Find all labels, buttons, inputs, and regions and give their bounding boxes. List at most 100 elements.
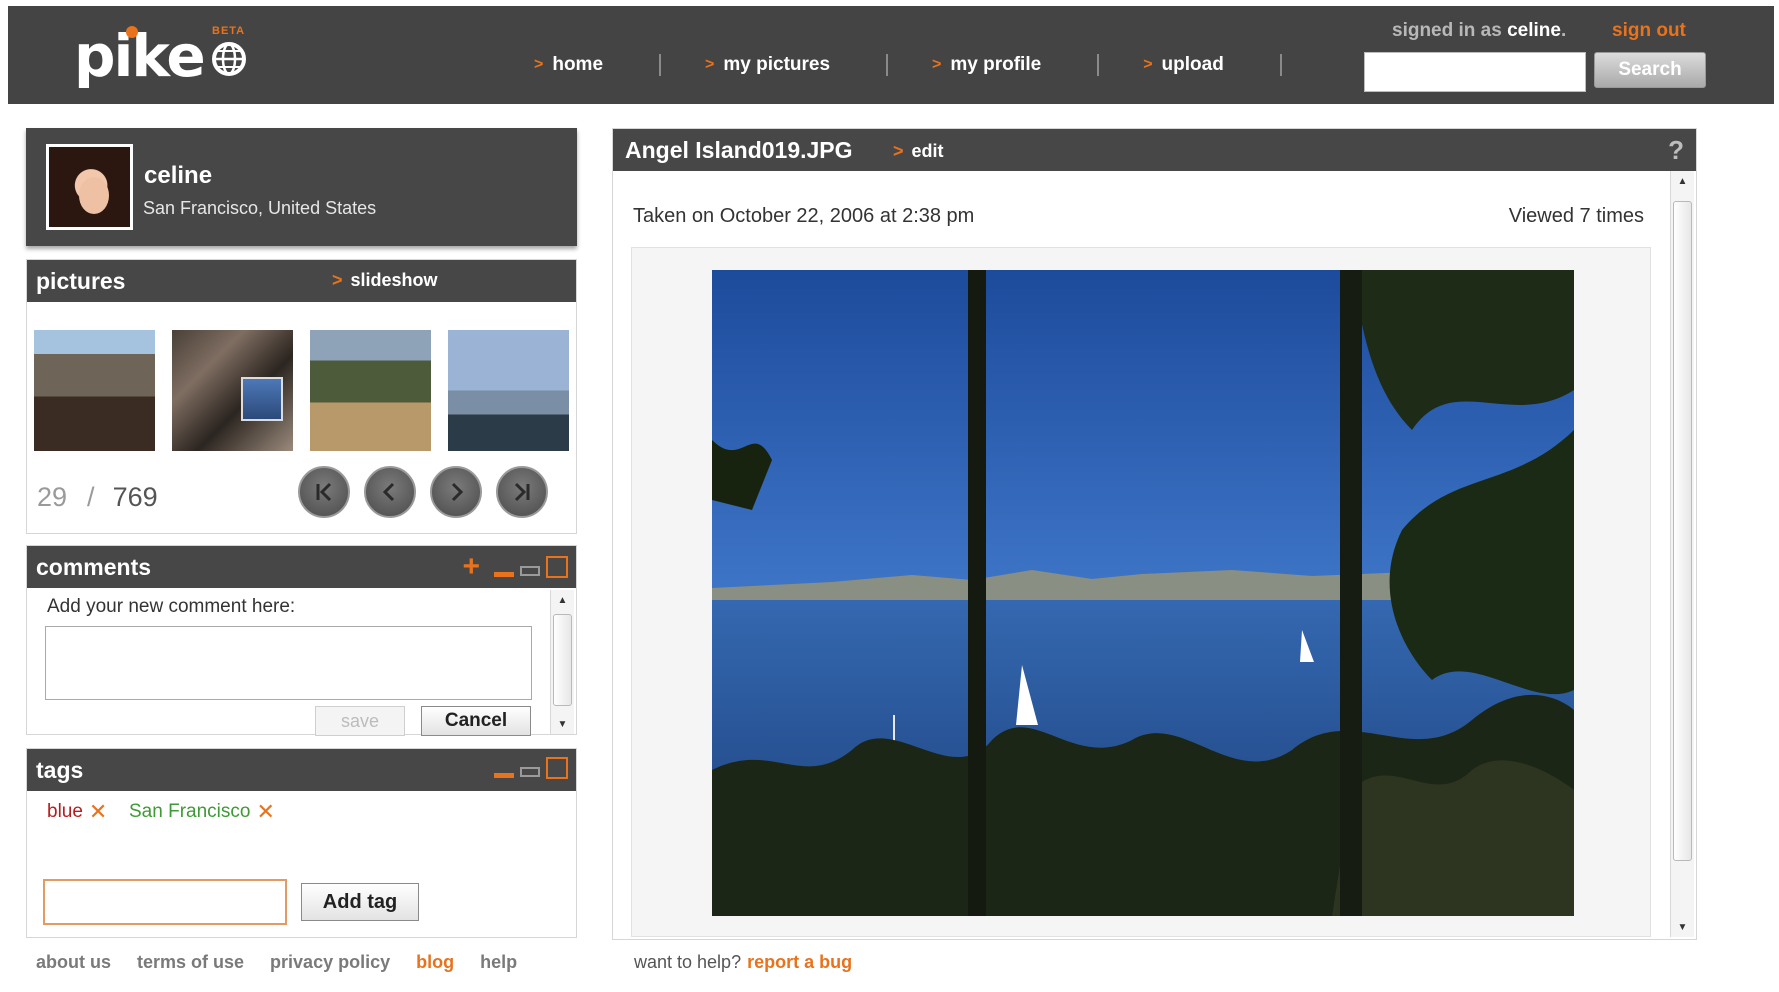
next-page-button[interactable]: [430, 466, 482, 518]
thumbnail-inset: [241, 377, 283, 421]
tag-item[interactable]: blue ✕: [47, 799, 107, 825]
signed-in-user: celine: [1507, 20, 1561, 41]
current-index: 29: [37, 482, 68, 512]
last-page-button[interactable]: [496, 466, 548, 518]
restore-icon[interactable]: [520, 566, 540, 576]
nav-my-profile[interactable]: > my profile: [932, 54, 1041, 76]
pictures-panel-header: pictures > slideshow: [27, 260, 576, 302]
top-header: pike BETA > home > my pictures > my prof…: [8, 6, 1774, 104]
tags-window-controls: [494, 757, 568, 779]
nav-arrow-icon: >: [705, 56, 715, 73]
first-page-button[interactable]: [298, 466, 350, 518]
footer-help: want to help? report a bug: [634, 952, 852, 973]
counter-separator: /: [87, 482, 95, 512]
footer-privacy-link[interactable]: privacy policy: [270, 952, 390, 973]
edit-label: edit: [911, 141, 944, 161]
thumbnail-3[interactable]: [310, 330, 431, 451]
nav-upload[interactable]: > upload: [1143, 54, 1224, 76]
scroll-down-icon[interactable]: ▼: [551, 714, 574, 734]
add-comment-icon[interactable]: +: [462, 552, 480, 582]
sign-out-link[interactable]: sign out: [1612, 20, 1686, 42]
footer-blog-link[interactable]: blog: [416, 952, 454, 973]
nav-divider: [1279, 54, 1282, 76]
save-comment-button[interactable]: save: [315, 706, 405, 736]
chevron-right-icon: [451, 482, 464, 502]
comment-textarea[interactable]: [45, 626, 532, 700]
profile-card: celine San Francisco, United States: [26, 128, 577, 246]
photo-panel: Angel Island019.JPG > edit ? Taken on Oct…: [612, 128, 1697, 940]
nav-arrow-icon: >: [534, 56, 544, 73]
photo-scrollbar[interactable]: ▲ ▼: [1670, 171, 1694, 937]
maximize-icon[interactable]: [546, 757, 568, 779]
tags-panel: tags blue ✕ San Francisco ✕ Add tag: [26, 748, 577, 938]
tag-item[interactable]: San Francisco ✕: [129, 799, 275, 825]
comments-panel: comments + Add your new comment here: sa…: [26, 545, 577, 736]
nav-my-pictures[interactable]: > my pictures: [705, 54, 830, 76]
footer-help-link[interactable]: help: [480, 952, 517, 973]
nav-my-pictures-label: my pictures: [723, 54, 831, 75]
report-bug-link[interactable]: report a bug: [747, 952, 852, 972]
first-page-icon: [316, 482, 332, 502]
remove-tag-icon[interactable]: ✕: [89, 799, 107, 825]
logo-dot: [126, 26, 138, 38]
nav-home[interactable]: > home: [534, 54, 603, 76]
restore-icon[interactable]: [520, 767, 540, 777]
comments-scrollbar[interactable]: ▲ ▼: [550, 590, 574, 734]
scroll-up-icon[interactable]: ▲: [1671, 171, 1694, 191]
profile-name[interactable]: celine: [144, 162, 212, 190]
logo-wordmark: pike: [74, 22, 206, 90]
nav-arrow-icon: >: [1143, 56, 1153, 73]
comments-panel-header: comments +: [27, 546, 576, 588]
thumbnail-2[interactable]: [172, 330, 293, 451]
thumbnail-1[interactable]: [34, 330, 155, 451]
tag-label[interactable]: San Francisco: [129, 801, 250, 823]
last-page-icon: [514, 482, 530, 502]
footer-about-link[interactable]: about us: [36, 952, 111, 973]
avatar-face: [79, 177, 109, 214]
slideshow-label: slideshow: [350, 270, 438, 290]
maximize-icon[interactable]: [546, 556, 568, 578]
remove-tag-icon[interactable]: ✕: [256, 799, 274, 825]
minimize-icon[interactable]: [494, 571, 514, 577]
beta-badge: BETA: [212, 25, 246, 37]
bay-landscape-image: [712, 270, 1574, 916]
nav-arrow-icon: >: [932, 56, 942, 73]
tag-input[interactable]: [43, 879, 287, 925]
scrollbar-thumb[interactable]: [553, 614, 572, 706]
footer-links: about us terms of use privacy policy blo…: [36, 952, 543, 973]
add-tag-button[interactable]: Add tag: [301, 883, 419, 921]
tag-label[interactable]: blue: [47, 801, 83, 823]
tags-panel-header: tags: [27, 749, 576, 791]
pictures-panel: pictures > slideshow 29 / 769: [26, 259, 577, 534]
globe-icon: [212, 42, 246, 76]
cancel-comment-button[interactable]: Cancel: [421, 706, 531, 736]
edit-link[interactable]: > edit: [893, 141, 944, 162]
photo-filename: Angel Island019.JPG: [625, 137, 853, 163]
photo-taken-date: Taken on October 22, 2006 at 2:38 pm: [633, 205, 975, 227]
photo-panel-header: Angel Island019.JPG > edit ?: [613, 129, 1696, 171]
photo-view-count: Viewed 7 times: [1508, 205, 1644, 227]
comments-window-controls: +: [462, 552, 568, 582]
nav-upload-label: upload: [1161, 54, 1224, 75]
help-icon[interactable]: ?: [1668, 135, 1684, 166]
scroll-up-icon[interactable]: ▲: [551, 590, 574, 610]
comment-prompt: Add your new comment here:: [47, 596, 296, 617]
footer-terms-link[interactable]: terms of use: [137, 952, 244, 973]
minimize-icon[interactable]: [494, 772, 514, 778]
slideshow-link[interactable]: > slideshow: [332, 270, 438, 291]
total-count: 769: [112, 482, 158, 512]
avatar[interactable]: [46, 144, 133, 230]
previous-page-button[interactable]: [364, 466, 416, 518]
thumbnail-4[interactable]: [448, 330, 569, 451]
slideshow-arrow-icon: >: [332, 270, 343, 290]
tags-title: tags: [36, 757, 84, 783]
scrollbar-thumb[interactable]: [1673, 201, 1692, 861]
main-photo[interactable]: [712, 270, 1574, 916]
signed-in-prefix: signed in as: [1392, 20, 1502, 41]
search-button[interactable]: Search: [1594, 52, 1706, 88]
search-input[interactable]: [1364, 52, 1586, 92]
nav-my-profile-label: my profile: [950, 54, 1042, 75]
main-nav: > home > my pictures > my profile > uplo…: [534, 50, 1282, 80]
pictures-title: pictures: [36, 268, 126, 294]
scroll-down-icon[interactable]: ▼: [1671, 917, 1694, 937]
